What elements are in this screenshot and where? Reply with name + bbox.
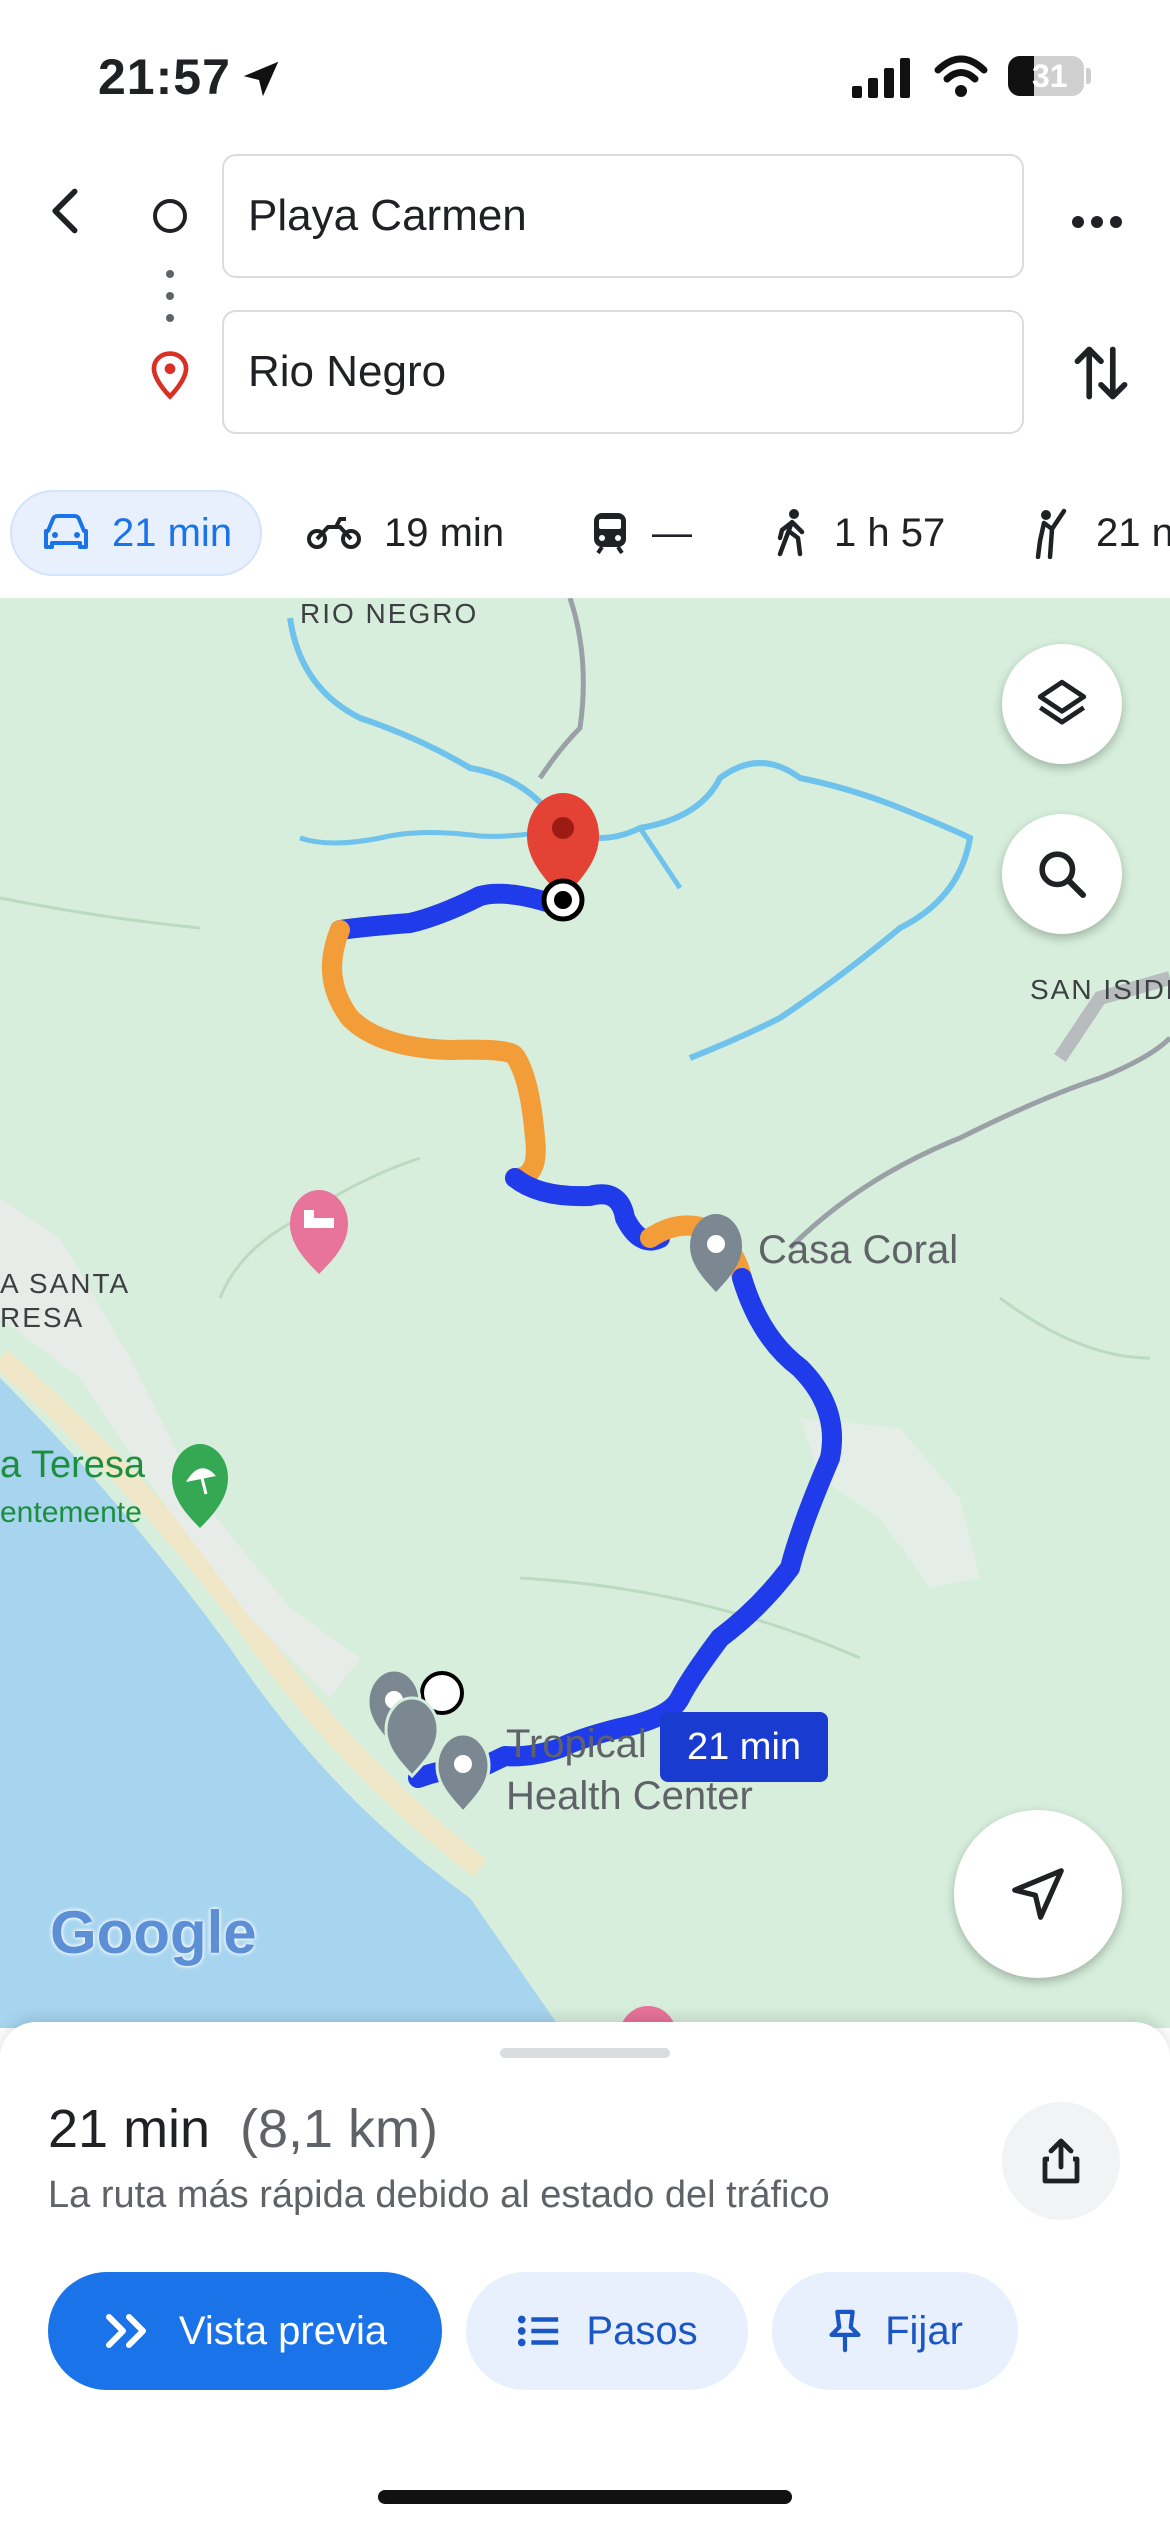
route-duration-badge[interactable]: 21 min (660, 1712, 828, 1782)
route-dots-icon (166, 270, 174, 322)
location-arrow-icon (243, 61, 279, 97)
motorcycle-icon (307, 517, 361, 549)
list-icon (518, 2315, 559, 2347)
car-icon (44, 514, 88, 549)
navigation-arrow-icon (1012, 1868, 1064, 1920)
preview-button[interactable]: Vista previa (48, 2272, 442, 2390)
origin-field[interactable]: Playa Carmen (222, 154, 1024, 278)
preview-label: Vista previa (178, 2308, 388, 2353)
battery-tip (1086, 68, 1091, 84)
label-santa-teresa-upper-2: RESA (0, 1302, 85, 1333)
pushpin-icon (829, 2309, 861, 2353)
route-duration: 21 min (48, 2099, 211, 2159)
destination-pin-icon (151, 351, 189, 400)
tab-car[interactable]: 21 min (10, 490, 262, 576)
battery-icon: 31 (1008, 56, 1084, 96)
home-indicator (378, 2490, 792, 2504)
layers-icon (1037, 679, 1087, 725)
layers-button[interactable] (1002, 644, 1122, 764)
tab-ride-label: 21 n (1096, 510, 1170, 555)
tab-walk-label: 1 h 57 (834, 510, 946, 555)
train-icon (594, 513, 626, 555)
tab-walk[interactable]: 1 h 57 (772, 490, 945, 576)
ride-hail-icon (1035, 508, 1067, 559)
label-casa-coral: Casa Coral (758, 1228, 959, 1272)
map-view[interactable]: RIO NEGRO SAN ISIDR A SANTA RESA a Teres… (0, 598, 1170, 2028)
more-options-icon[interactable] (1070, 212, 1124, 232)
status-time: 21:57 (98, 49, 231, 105)
label-san-isidro: SAN ISIDR (1030, 974, 1170, 1005)
status-bar: 21:57 31 (0, 0, 1170, 150)
label-santa-teresa: a Teresa (0, 1444, 146, 1486)
route-summary-sheet: 21 min (8,1 km) La ruta más rápida debid… (0, 2022, 1170, 2532)
destination-field[interactable]: Rio Negro (222, 310, 1024, 434)
label-rio-negro: RIO NEGRO (300, 598, 479, 629)
recenter-button[interactable] (954, 1810, 1122, 1978)
swap-icon[interactable] (1072, 340, 1130, 406)
tab-motorcycle-label: 19 min (384, 510, 505, 555)
tab-transit-label: — (652, 510, 692, 555)
route-note: La ruta más rápida debido al estado del … (48, 2174, 830, 2216)
tab-car-label: 21 min (112, 510, 233, 555)
pin-label: Fijar (885, 2308, 963, 2353)
label-santa-teresa-upper-1: A SANTA (0, 1268, 131, 1299)
steps-button[interactable]: Pasos (466, 2272, 748, 2390)
label-tropical-1: Tropical (506, 1722, 647, 1766)
walking-icon (777, 509, 805, 557)
travel-mode-tabs: 21 min 19 min — 1 h 57 21 n (0, 470, 1170, 598)
tab-motorcycle[interactable]: 19 min (306, 490, 504, 576)
google-logo: Google (50, 1899, 257, 1966)
pin-button[interactable]: Fijar (772, 2272, 1018, 2390)
directions-header: Playa Carmen Rio Negro (0, 150, 1170, 470)
share-button[interactable] (1002, 2102, 1120, 2220)
label-santa-teresa-sub: entemente (0, 1496, 142, 1529)
sheet-drag-handle[interactable] (500, 2048, 670, 2058)
origin-circle-icon (153, 199, 187, 233)
battery-level: 31 (1032, 58, 1068, 94)
cellular-signal-icon (852, 58, 910, 98)
tab-ride[interactable]: 21 n (1030, 490, 1170, 576)
search-along-route-button[interactable] (1002, 814, 1122, 934)
search-icon (1039, 851, 1087, 899)
steps-label: Pasos (586, 2308, 698, 2353)
route-distance: (8,1 km) (240, 2099, 439, 2159)
wifi-icon (934, 55, 988, 97)
share-icon (1042, 2138, 1080, 2184)
tab-transit[interactable]: — (590, 490, 692, 576)
back-arrow-icon[interactable] (40, 180, 92, 242)
double-chevron-icon (105, 2314, 146, 2348)
